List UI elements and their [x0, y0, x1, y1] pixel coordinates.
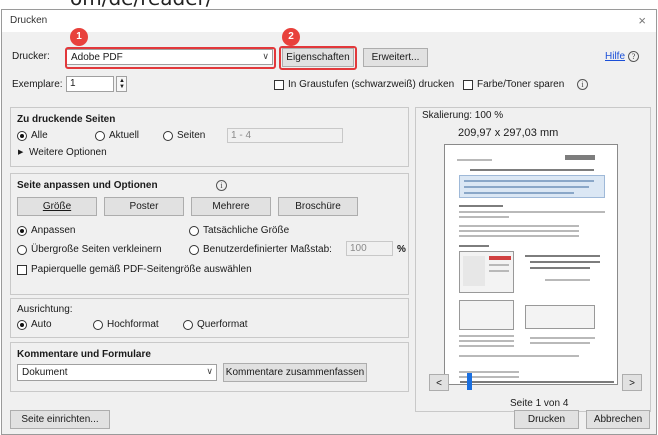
- page-slider-thumb[interactable]: [467, 373, 472, 390]
- pages-heading: Zu druckende Seiten: [17, 114, 116, 125]
- radio-landscape-label: Querformat: [197, 319, 248, 330]
- background-heading-text: om/de/reader/: [70, 0, 213, 9]
- radio-auto[interactable]: [17, 320, 27, 330]
- comments-heading: Kommentare und Formulare: [17, 349, 151, 360]
- save-ink-label: Farbe/Toner sparen: [477, 79, 565, 90]
- chevron-down-icon: ∨: [206, 366, 213, 376]
- summarize-comments-button[interactable]: Kommentare zusammenfassen: [223, 363, 367, 382]
- question-icon[interactable]: ?: [628, 51, 639, 62]
- prev-page-button[interactable]: <: [429, 374, 449, 391]
- radio-current[interactable]: [95, 131, 105, 141]
- page-setup-button[interactable]: Seite einrichten...: [10, 410, 110, 429]
- close-icon[interactable]: ×: [638, 13, 646, 28]
- comments-panel: Kommentare und Formulare Dokument ∨ Komm…: [10, 342, 409, 392]
- copies-label: Exemplare:: [12, 79, 63, 90]
- info-icon[interactable]: i: [577, 79, 588, 90]
- radio-actual-size[interactable]: [189, 226, 199, 236]
- comments-value: Dokument: [22, 367, 68, 378]
- expand-triangle-icon[interactable]: ▶: [18, 148, 23, 156]
- size-button[interactable]: Größe: [17, 197, 97, 216]
- preview-panel: Skalierung: 100 % 209,97 x 297,03 mm < >…: [415, 107, 651, 412]
- help-link[interactable]: Hilfe: [605, 51, 625, 62]
- percent-label: %: [397, 244, 406, 255]
- booklet-button[interactable]: Broschüre: [278, 197, 358, 216]
- print-button[interactable]: Drucken: [514, 410, 579, 429]
- radio-shrink-label: Übergroße Seiten verkleinern: [31, 244, 162, 255]
- printer-label: Drucker:: [12, 51, 50, 62]
- poster-button[interactable]: Poster: [104, 197, 184, 216]
- step-badge-2: 2: [282, 28, 300, 46]
- radio-pages[interactable]: [163, 131, 173, 141]
- step-badge-1: 1: [70, 28, 88, 46]
- advanced-button[interactable]: Erweitert...: [363, 48, 428, 67]
- radio-actual-size-label: Tatsächliche Größe: [203, 225, 290, 236]
- multiple-button[interactable]: Mehrere: [191, 197, 271, 216]
- next-page-button[interactable]: >: [622, 374, 642, 391]
- radio-portrait-label: Hochformat: [107, 319, 159, 330]
- copies-spinner[interactable]: ▲ ▼: [116, 76, 127, 92]
- print-dialog: Drucken × Drucker: Adobe PDF ∨ 1 Eigensc…: [1, 9, 657, 435]
- more-options-link[interactable]: Weitere Optionen: [29, 147, 107, 158]
- radio-auto-label: Auto: [31, 319, 52, 330]
- radio-landscape[interactable]: [183, 320, 193, 330]
- page-indicator: Seite 1 von 4: [510, 398, 569, 409]
- title-bar: Drucken ×: [2, 10, 656, 32]
- page-preview: [444, 144, 618, 385]
- orientation-panel: Ausrichtung: Auto Hochformat Querformat: [10, 298, 409, 338]
- sizing-panel: Seite anpassen und Optionen i Größe Post…: [10, 173, 409, 295]
- page-dimensions: 209,97 x 297,03 mm: [458, 127, 559, 139]
- radio-all-label: Alle: [31, 130, 48, 141]
- highlight-printer: [65, 47, 276, 69]
- comments-select[interactable]: Dokument ∨: [17, 364, 217, 381]
- copies-input[interactable]: 1: [66, 76, 114, 92]
- grayscale-label: In Graustufen (schwarzweiß) drucken: [288, 79, 455, 90]
- highlight-properties: [279, 46, 357, 70]
- pdf-page-size-checkbox[interactable]: [17, 265, 27, 275]
- page-slider-track[interactable]: [460, 381, 614, 383]
- scale-label: Skalierung: 100 %: [422, 110, 504, 121]
- radio-fit[interactable]: [17, 226, 27, 236]
- radio-pages-label: Seiten: [177, 130, 206, 141]
- grayscale-checkbox[interactable]: [274, 80, 284, 90]
- radio-custom-scale-label: Benutzerdefinierter Maßstab:: [203, 244, 332, 255]
- custom-scale-input[interactable]: 100: [346, 241, 393, 256]
- background-page-heading: om/de/reader/: [0, 0, 658, 9]
- pdf-page-size-label: Papierquelle gemäß PDF-Seitengröße auswä…: [31, 264, 252, 275]
- radio-custom-scale[interactable]: [189, 245, 199, 255]
- orientation-heading: Ausrichtung:: [17, 304, 73, 315]
- dialog-title: Drucken: [10, 15, 48, 26]
- radio-current-label: Aktuell: [109, 130, 140, 141]
- info-icon[interactable]: i: [216, 180, 227, 191]
- sizing-heading: Seite anpassen und Optionen: [17, 180, 158, 191]
- save-ink-checkbox[interactable]: [463, 80, 473, 90]
- radio-fit-label: Anpassen: [31, 225, 76, 236]
- radio-all[interactable]: [17, 131, 27, 141]
- pages-range-input[interactable]: 1 - 4: [227, 128, 343, 143]
- radio-shrink[interactable]: [17, 245, 27, 255]
- cancel-button[interactable]: Abbrechen: [586, 410, 650, 429]
- spin-down-icon[interactable]: ▼: [119, 84, 125, 90]
- radio-portrait[interactable]: [93, 320, 103, 330]
- pages-panel: Zu druckende Seiten Alle Aktuell Seiten …: [10, 107, 409, 167]
